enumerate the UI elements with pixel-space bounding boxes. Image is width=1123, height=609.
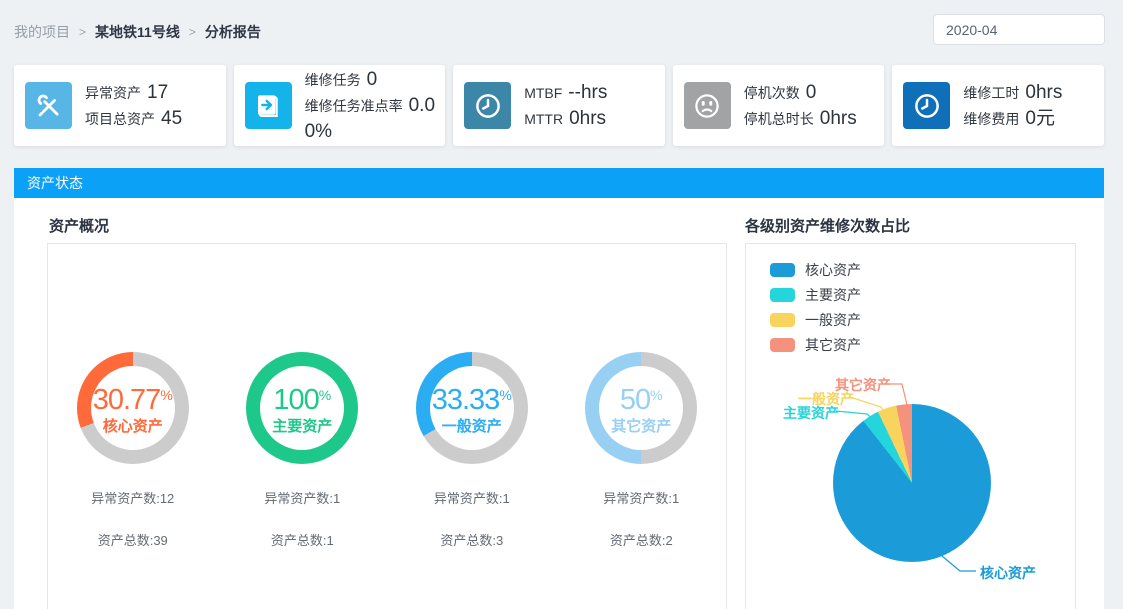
kpi-card-downtime: 停机次数 0 停机总时长 0hrs xyxy=(673,65,885,146)
tools-icon xyxy=(25,82,72,129)
kpi-value: 0hrs xyxy=(820,108,857,129)
legend-swatch xyxy=(770,338,795,352)
pie-panel-title: 各级别资产维修次数占比 xyxy=(745,215,910,236)
abnormal-assets-stat: 异常资产数:1 xyxy=(264,488,340,507)
pie-chart xyxy=(833,404,991,562)
donut-label: 核心资产 xyxy=(103,415,163,436)
breadcrumb-item-project[interactable]: 某地铁11号线 xyxy=(95,22,180,42)
donut-chart-core-assets: 30.77% 核心资产 xyxy=(77,352,189,464)
donut-percent: 33.33 xyxy=(432,384,500,416)
asset-status-panel: 资产概况 各级别资产维修次数占比 30.77% 核心资产 异常资产数:12 资产… xyxy=(14,198,1104,609)
donut-percent: 30.77 xyxy=(93,384,161,416)
kpi-cards-row: 异常资产17 项目总资产45 维修任务0 维修任务准点率0.00% xyxy=(14,65,1104,146)
task-book-icon xyxy=(245,82,292,129)
abnormal-assets-stat: 异常资产数:1 xyxy=(603,488,679,507)
breadcrumb-item-my-projects[interactable]: 我的项目 xyxy=(14,22,70,42)
section-header-asset-status: 资产状态 xyxy=(14,168,1104,198)
kpi-card-maintenance-cost: 维修工时 0hrs 维修费用 0元 xyxy=(892,65,1104,146)
kpi-label: 停机总时长 xyxy=(744,111,814,127)
kpi-value: 0元 xyxy=(1025,108,1055,129)
kpi-value: 0 xyxy=(806,82,817,103)
sad-face-icon xyxy=(684,82,731,129)
donut-percent: 100 xyxy=(273,384,318,416)
legend-label: 核心资产 xyxy=(805,260,861,280)
maintenance-pie-chart: 核心资产 主要资产 一般资产 其它资产 其它资产 一般资产 主要资产 xyxy=(745,243,1076,609)
percent-sign: % xyxy=(650,387,662,403)
kpi-label: 维修任务 xyxy=(305,72,361,88)
donut-chart-major-assets: 100% 主要资产 xyxy=(246,352,358,464)
donut-label: 其它资产 xyxy=(611,415,671,436)
pie-label-core-assets: 核心资产 xyxy=(980,563,1036,583)
pie-legend: 核心资产 主要资产 一般资产 其它资产 xyxy=(770,257,861,357)
total-assets-stat: 资产总数:2 xyxy=(610,530,673,549)
donut-col-major-assets: 100% 主要资产 异常资产数:1 资产总数:1 xyxy=(218,352,388,549)
kpi-value: 45 xyxy=(161,108,182,129)
legend-label: 一般资产 xyxy=(805,310,861,330)
kpi-value: 0 xyxy=(367,69,378,90)
kpi-value: --hrs xyxy=(568,82,607,103)
kpi-label: 异常资产 xyxy=(85,85,141,101)
percent-sign: % xyxy=(160,387,172,403)
donut-chart-general-assets: 33.33% 一般资产 xyxy=(416,352,528,464)
kpi-label: MTBF xyxy=(524,85,562,101)
total-assets-stat: 资产总数:3 xyxy=(440,530,503,549)
kpi-label: MTTR xyxy=(524,111,563,127)
kpi-value: 17 xyxy=(147,82,168,103)
legend-item-general-assets[interactable]: 一般资产 xyxy=(770,307,861,332)
donut-label: 一般资产 xyxy=(442,415,502,436)
kpi-label: 维修工时 xyxy=(963,85,1019,101)
month-picker[interactable] xyxy=(933,14,1105,45)
legend-swatch xyxy=(770,288,795,302)
donut-col-core-assets: 30.77% 核心资产 异常资产数:12 资产总数:39 xyxy=(48,352,218,549)
legend-label: 其它资产 xyxy=(805,335,861,355)
abnormal-assets-stat: 异常资产数:12 xyxy=(91,488,174,507)
donut-percent: 50 xyxy=(620,384,650,416)
kpi-label: 停机次数 xyxy=(744,85,800,101)
breadcrumb: 我的项目 > 某地铁11号线 > 分析报告 xyxy=(14,22,261,42)
kpi-value: 0hrs xyxy=(569,108,606,129)
legend-item-core-assets[interactable]: 核心资产 xyxy=(770,257,861,282)
total-assets-stat: 资产总数:1 xyxy=(271,530,334,549)
pie-label-major-assets: 主要资产 xyxy=(783,403,839,423)
donut-col-general-assets: 33.33% 一般资产 异常资产数:1 资产总数:3 xyxy=(387,352,557,549)
legend-label: 主要资产 xyxy=(805,285,861,305)
legend-item-other-assets[interactable]: 其它资产 xyxy=(770,332,861,357)
legend-swatch xyxy=(770,313,795,327)
kpi-card-mtbf-mttr: MTBF --hrs MTTR 0hrs xyxy=(453,65,665,146)
clock-icon xyxy=(903,82,950,129)
abnormal-assets-stat: 异常资产数:1 xyxy=(434,488,510,507)
breadcrumb-item-report[interactable]: 分析报告 xyxy=(205,22,261,42)
kpi-card-abnormal-assets: 异常资产 17 项目总资产 45 xyxy=(14,65,226,146)
clock-icon xyxy=(464,82,511,129)
section-title: 资产状态 xyxy=(27,173,83,193)
asset-overview-chart: 30.77% 核心资产 异常资产数:12 资产总数:39 100% 主要资产 异… xyxy=(47,243,727,609)
percent-sign: % xyxy=(319,387,331,403)
donut-chart-other-assets: 50% 其它资产 xyxy=(585,352,697,464)
kpi-label: 维修费用 xyxy=(963,111,1019,127)
donut-col-other-assets: 50% 其它资产 异常资产数:1 资产总数:2 xyxy=(557,352,727,549)
donut-label: 主要资产 xyxy=(272,415,332,436)
kpi-label: 项目总资产 xyxy=(85,111,155,127)
legend-item-major-assets[interactable]: 主要资产 xyxy=(770,282,861,307)
kpi-value: 0hrs xyxy=(1025,82,1062,103)
kpi-label: 维修任务准点率 xyxy=(305,98,403,114)
kpi-card-maintenance-tasks: 维修任务0 维修任务准点率0.00% xyxy=(234,65,446,146)
asset-overview-title: 资产概况 xyxy=(49,215,109,236)
breadcrumb-separator: > xyxy=(79,25,86,39)
percent-sign: % xyxy=(499,387,511,403)
legend-swatch xyxy=(770,263,795,277)
breadcrumb-separator: > xyxy=(189,25,196,39)
total-assets-stat: 资产总数:39 xyxy=(98,530,168,549)
month-picker-input[interactable] xyxy=(946,22,1123,38)
top-bar: 我的项目 > 某地铁11号线 > 分析报告 xyxy=(14,14,1109,48)
